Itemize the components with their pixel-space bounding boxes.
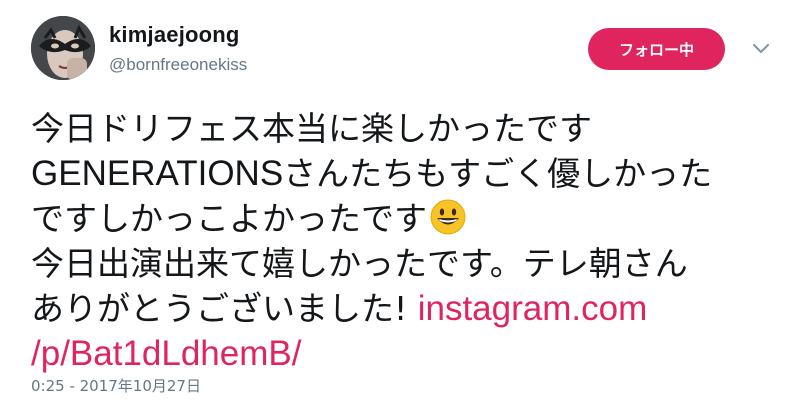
tweet-timestamp[interactable]: 0:25 - 2017年10月27日	[31, 375, 201, 396]
tweet-line-1: 今日ドリフェス本当に楽しかったです	[31, 109, 592, 148]
tweet-line-6: /p/Bat1dLdhemB/	[31, 331, 776, 376]
tweet-text: 今日ドリフェス本当に楽しかったです GENERATIONSさんたちもすごく優しか…	[31, 106, 776, 376]
masked-face-avatar-icon	[31, 16, 95, 80]
tweet-line-2-rest: さんたちもすごく優しかった	[283, 154, 713, 193]
tweet-line-5: ありがとうございました! instagram.com	[31, 286, 776, 331]
instagram-link-path[interactable]: /p/Bat1dLdhemB/	[31, 334, 301, 373]
user-handle[interactable]: @bornfreeonekiss	[109, 55, 247, 75]
following-button[interactable]: フォロー中	[588, 28, 725, 70]
instagram-link[interactable]: instagram.com	[418, 289, 648, 328]
tweet-line-3-text: ですしかっこよかったです	[31, 199, 427, 238]
tweet-line-2: GENERATIONSさんたちもすごく優しかった	[31, 151, 776, 196]
display-name[interactable]: kimjaejoong	[109, 22, 240, 48]
grinning-face-emoji-icon	[429, 198, 467, 236]
tweet-line-3: ですしかっこよかったです	[31, 196, 776, 241]
chevron-down-icon[interactable]	[749, 36, 773, 60]
generations-text: GENERATIONS	[31, 154, 284, 193]
avatar[interactable]	[31, 16, 95, 80]
tweet-line-4: 今日出演出来て嬉しかったです。テレ朝さん	[31, 244, 688, 283]
tweet-line-5-text: ありがとうございました!	[31, 289, 418, 328]
